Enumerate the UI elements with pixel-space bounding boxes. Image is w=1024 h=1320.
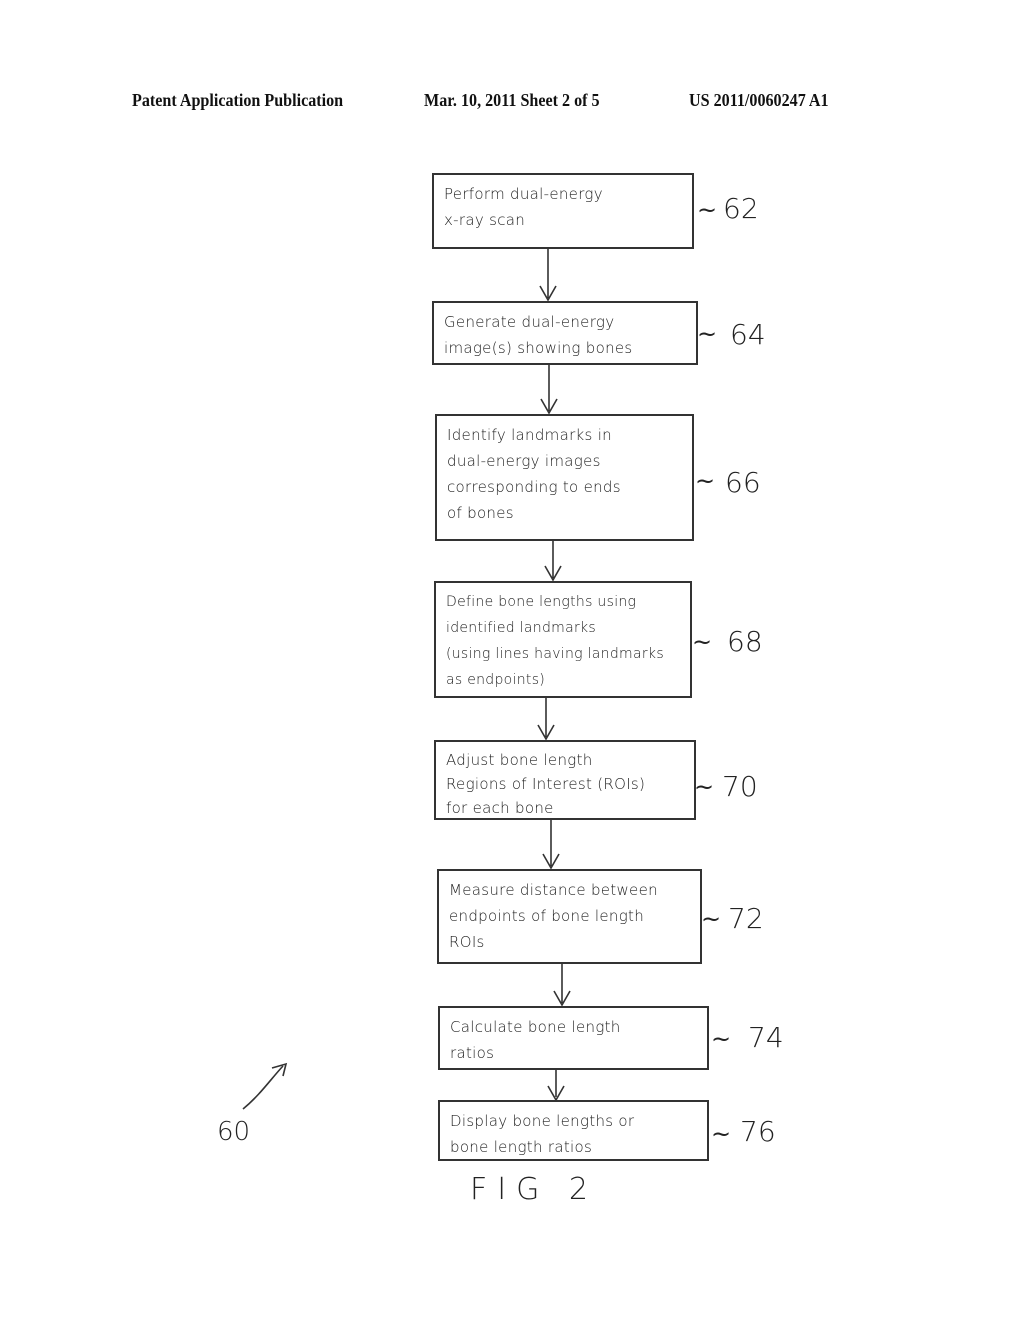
step-64-ref: 64	[730, 318, 766, 351]
step-64-text: Generate dual-energy image(s) showing bo…	[444, 313, 633, 357]
leader-70: ~	[694, 773, 715, 801]
step-64-box: Generate dual-energy image(s) showing bo…	[432, 301, 698, 365]
step-76-ref: 76	[740, 1115, 776, 1148]
step-72-ref: 72	[728, 902, 764, 935]
step-70-ref: 70	[722, 770, 758, 803]
step-74-box: Calculate bone length ratios	[438, 1006, 709, 1070]
step-76-text: Display bone lengths or bone length rati…	[450, 1112, 635, 1156]
arrow-66-68	[544, 540, 562, 582]
leader-64: ~	[697, 320, 718, 348]
leader-62: ~	[697, 196, 718, 224]
arrow-68-70	[537, 697, 555, 741]
step-74-text: Calculate bone length ratios	[450, 1018, 621, 1062]
leader-76: ~	[711, 1120, 732, 1148]
leader-68: ~	[692, 628, 713, 656]
arrow-74-76	[547, 1069, 565, 1102]
figure-label: FIG 2	[470, 1172, 598, 1207]
arrow-70-72	[542, 819, 560, 870]
step-68-ref: 68	[727, 625, 763, 658]
step-68-text: Define bone lengths using identified lan…	[446, 594, 664, 688]
leader-66: ~	[695, 467, 716, 495]
step-62-text: Perform dual-energy x-ray scan	[444, 185, 603, 229]
step-66-ref: 66	[725, 466, 761, 499]
step-66-text: Identify landmarks in dual-energy images…	[447, 426, 621, 522]
step-68-box: Define bone lengths using identified lan…	[434, 581, 692, 698]
step-70-text: Adjust bone length Regions of Interest (…	[446, 751, 646, 817]
publication-type: Patent Application Publication	[132, 90, 344, 110]
step-62-ref: 62	[723, 192, 759, 225]
figure-reference-number: 60	[217, 1117, 251, 1147]
step-66-box: Identify landmarks in dual-energy images…	[435, 414, 694, 541]
step-74-ref: 74	[748, 1021, 784, 1054]
reference-arrow-60	[242, 1062, 288, 1110]
step-76-box: Display bone lengths or bone length rati…	[438, 1100, 709, 1161]
leader-74: ~	[711, 1025, 732, 1053]
step-72-text: Measure distance between endpoints of bo…	[449, 881, 658, 951]
publication-number: US 2011/0060247 A1	[689, 90, 829, 110]
arrow-62-64	[539, 248, 557, 302]
step-72-box: Measure distance between endpoints of bo…	[437, 869, 702, 964]
leader-72: ~	[701, 905, 722, 933]
step-70-box: Adjust bone length Regions of Interest (…	[434, 740, 696, 820]
step-62-box: Perform dual-energy x-ray scan	[432, 173, 694, 249]
arrow-64-66	[540, 364, 558, 415]
arrow-72-74	[553, 963, 571, 1007]
publication-date-sheet: Mar. 10, 2011 Sheet 2 of 5	[424, 90, 600, 110]
